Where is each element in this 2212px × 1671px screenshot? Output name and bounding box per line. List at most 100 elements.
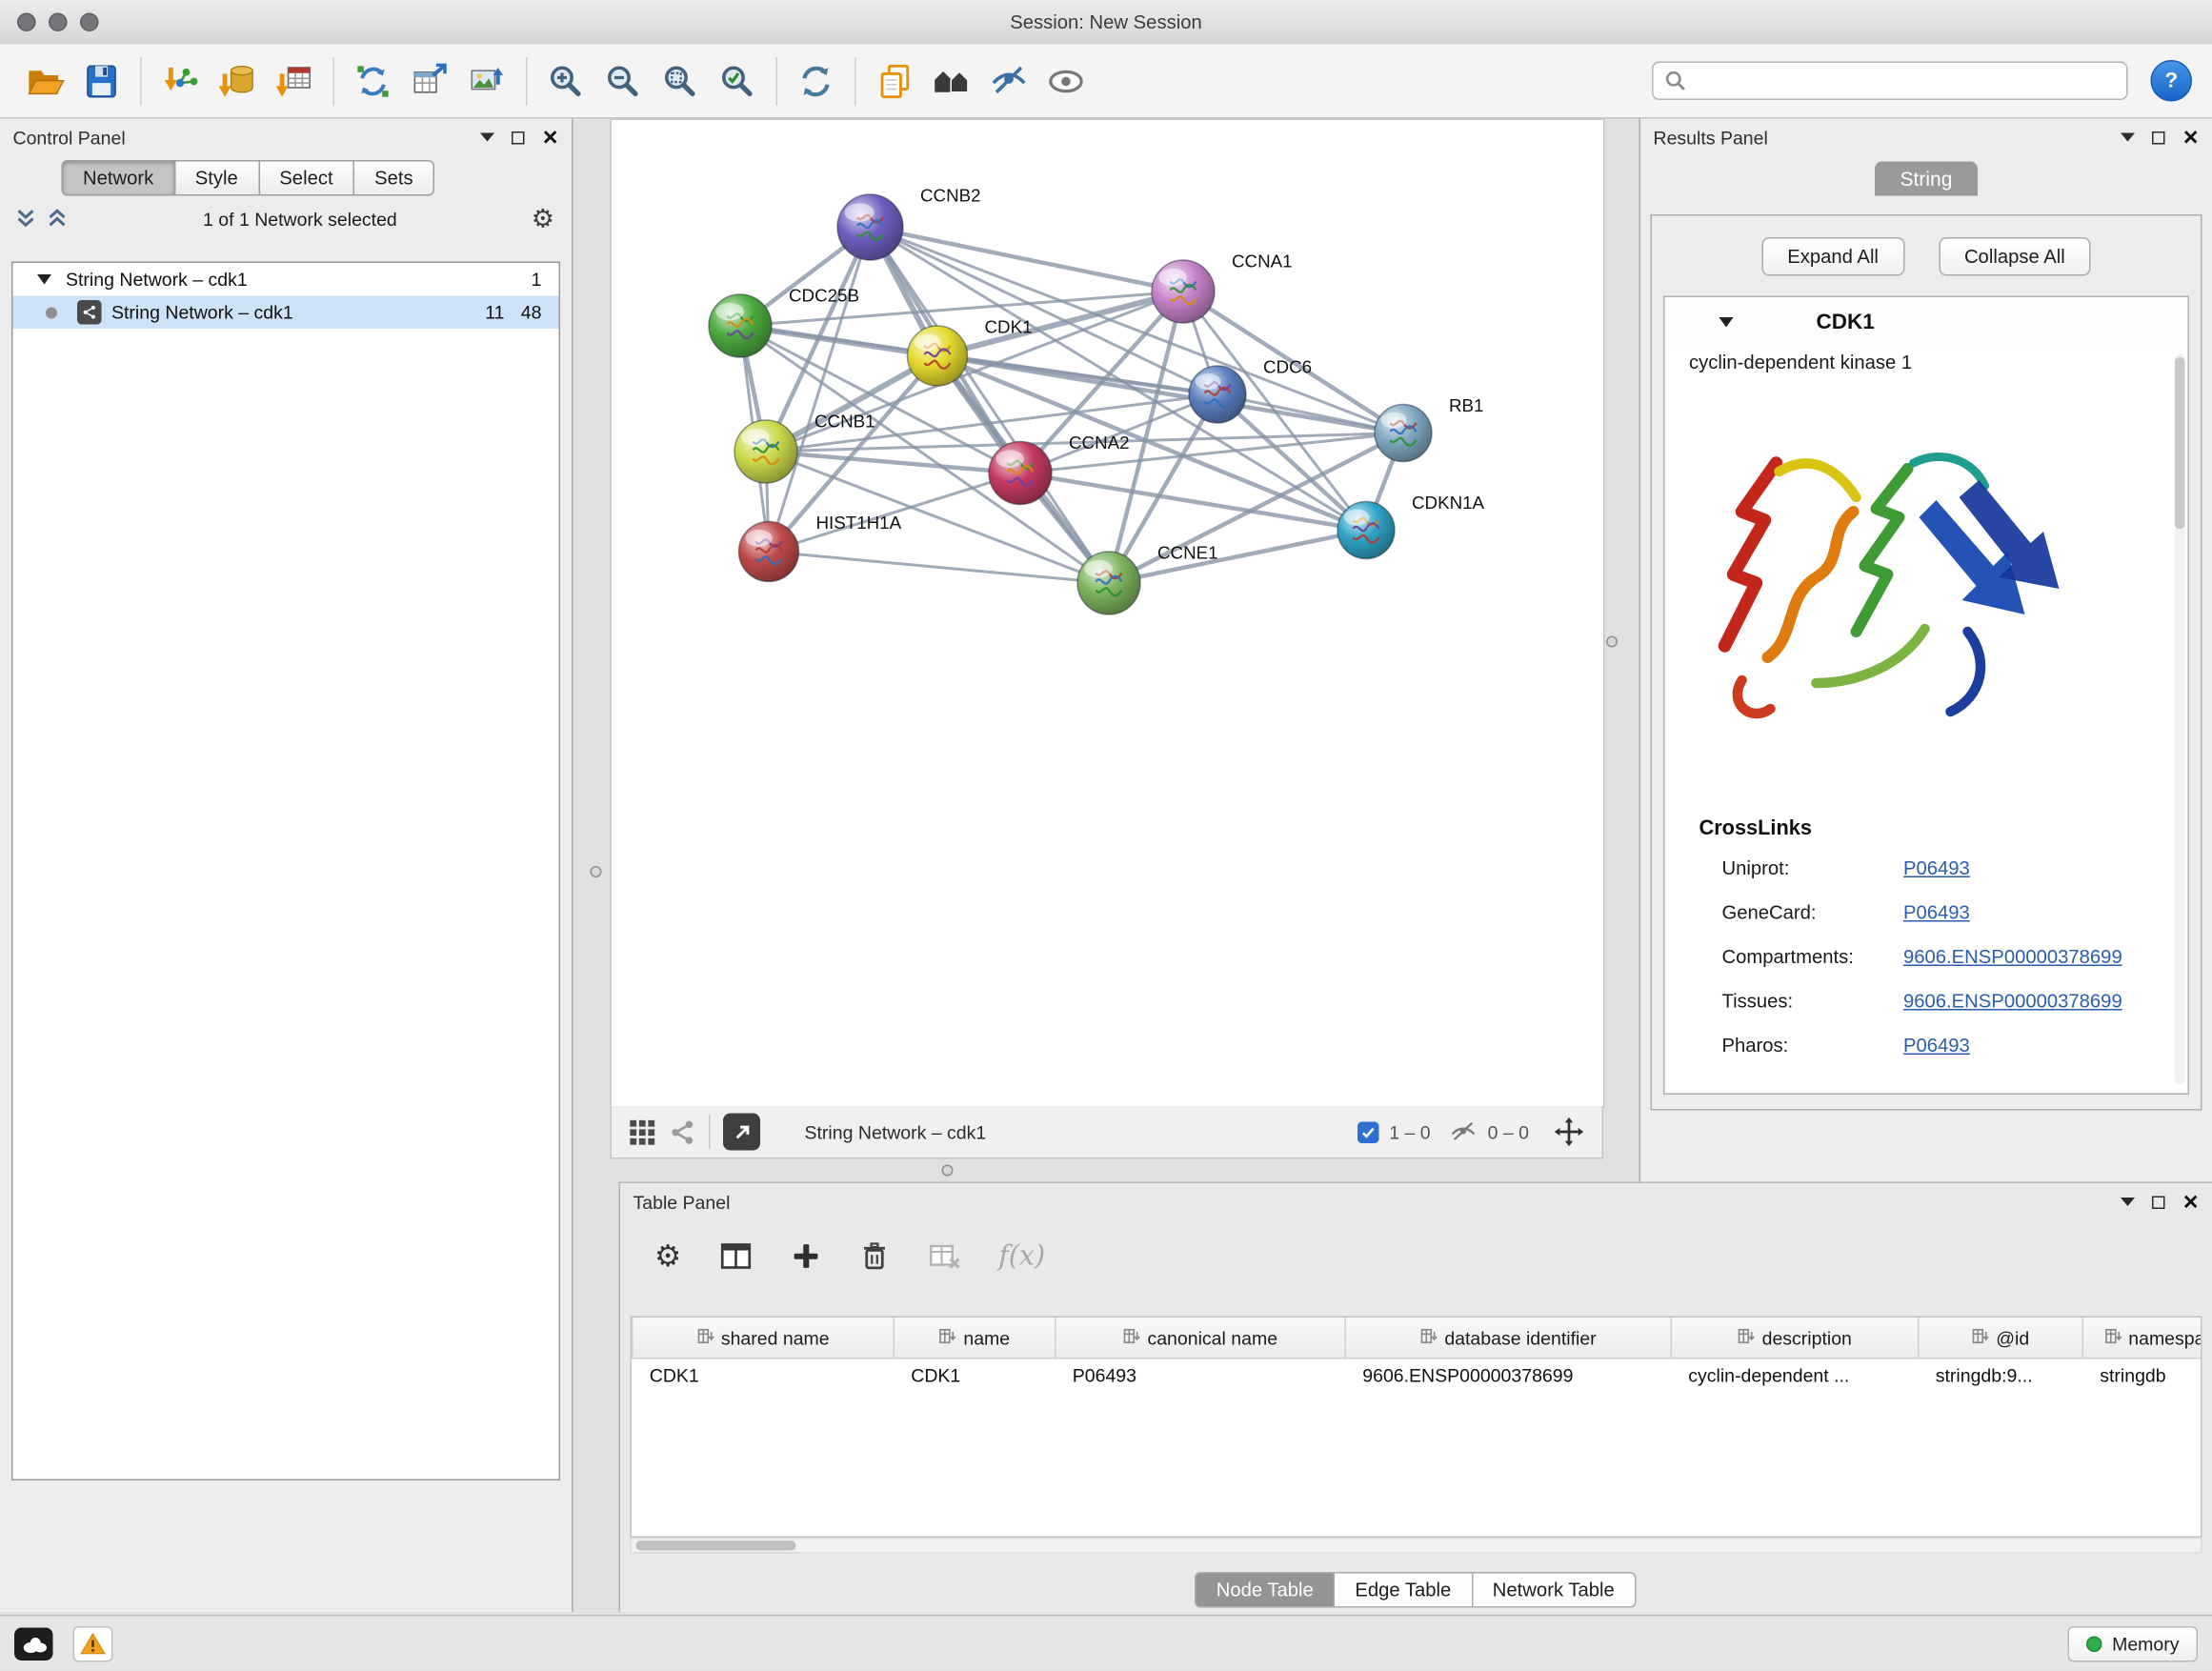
tab-sets[interactable]: Sets [353, 160, 435, 196]
copy-button[interactable] [868, 52, 922, 110]
warnings-button[interactable] [73, 1626, 113, 1662]
splitter-handle[interactable] [591, 866, 602, 877]
zoom-fit-button[interactable] [654, 52, 708, 110]
edge-CDKN1A-CCNE1[interactable] [1109, 531, 1366, 584]
table-panel-float-button[interactable] [2152, 1196, 2165, 1209]
delete-table-button[interactable] [927, 1239, 961, 1274]
table-cell[interactable]: CDK1 [633, 1359, 895, 1389]
control-panel-close-button[interactable]: ✕ [542, 128, 559, 148]
edge-HIST1H1A-CCNE1[interactable] [769, 552, 1109, 583]
search-input[interactable] [1695, 69, 2115, 93]
crosslink-value-link[interactable]: P06493 [1903, 857, 1970, 879]
export-image-button[interactable] [460, 52, 514, 110]
column-header-shared-name[interactable]: shared name [633, 1318, 895, 1359]
fit-content-button[interactable] [1554, 1117, 1585, 1148]
node-CCNA1[interactable]: CCNA1 [1152, 252, 1293, 324]
network-options-gear-button[interactable]: ⚙ [532, 206, 554, 232]
column-header-name[interactable]: name [894, 1318, 1056, 1359]
splitter-handle[interactable] [1606, 636, 1618, 648]
node-CCNE1[interactable]: CCNE1 [1077, 543, 1218, 615]
table-panel-close-button[interactable]: ✕ [2182, 1192, 2200, 1212]
home-button[interactable] [925, 52, 979, 110]
import-network-from-file-button[interactable] [153, 52, 208, 110]
table-cell[interactable]: P06493 [1056, 1359, 1346, 1389]
results-scrollbar-thumb[interactable] [2175, 357, 2185, 529]
show-graphics-details-button[interactable] [1039, 52, 1094, 110]
control-panel-menu-button[interactable] [480, 133, 494, 142]
hide-graphics-details-button[interactable] [982, 52, 1036, 110]
table-cell[interactable]: 9606.ENSP00000378699 [1345, 1359, 1671, 1389]
birdseye-view-button[interactable] [629, 1118, 656, 1146]
crosslink-value-link[interactable]: 9606.ENSP00000378699 [1903, 946, 2122, 968]
help-button[interactable]: ? [2151, 60, 2193, 102]
crosslink-value-link[interactable]: 9606.ENSP00000378699 [1903, 991, 2122, 1013]
tab-style[interactable]: Style [173, 160, 259, 196]
edge-CCNB1-CCNA2[interactable] [766, 452, 1020, 473]
zoom-in-button[interactable] [539, 52, 593, 110]
cloud-button[interactable] [14, 1627, 53, 1661]
memory-button[interactable]: Memory [2068, 1626, 2198, 1662]
crosslink-value-link[interactable]: P06493 [1903, 1035, 1970, 1057]
table-cell[interactable]: stringdb [2082, 1359, 2202, 1389]
table-cell[interactable]: cyclin-dependent ... [1671, 1359, 1919, 1389]
splitter-handle[interactable] [942, 1165, 954, 1177]
detach-view-button[interactable] [723, 1114, 760, 1151]
expand-all-button[interactable]: Expand All [1761, 237, 1904, 276]
collection-expand-icon[interactable] [37, 274, 51, 285]
edge-CCNB2-HIST1H1A[interactable] [769, 228, 871, 553]
tab-edge-table[interactable]: Edge Table [1334, 1572, 1473, 1608]
tab-node-table[interactable]: Node Table [1195, 1572, 1335, 1608]
zoom-out-button[interactable] [596, 52, 651, 110]
column-header-namespac[interactable]: namespac [2082, 1318, 2202, 1359]
node-CCNB2[interactable]: CCNB2 [837, 186, 981, 261]
table-options-gear-button[interactable]: ⚙ [654, 1241, 681, 1272]
collapse-all-button[interactable]: Collapse All [1939, 237, 2091, 276]
collapse-all-networks-button[interactable] [14, 208, 37, 231]
results-panel-close-button[interactable]: ✕ [2182, 128, 2200, 148]
edge-CCNB2-CCNA1[interactable] [871, 228, 1184, 292]
tab-select[interactable]: Select [258, 160, 354, 196]
table-cell[interactable]: stringdb:9... [1919, 1359, 2083, 1389]
table-panel-menu-button[interactable] [2121, 1198, 2135, 1206]
column-header-description[interactable]: description [1671, 1318, 1919, 1359]
delete-column-button[interactable] [858, 1240, 890, 1272]
zoom-selected-button[interactable] [711, 52, 765, 110]
collapse-section-icon[interactable] [1719, 316, 1734, 327]
function-builder-button[interactable]: f(x) [998, 1240, 1045, 1272]
import-table-from-file-button[interactable] [268, 52, 322, 110]
table-horizontal-scrollbar[interactable] [631, 1538, 2202, 1554]
table-row[interactable]: CDK1CDK1P064939606.ENSP00000378699cyclin… [633, 1359, 2202, 1389]
open-session-button[interactable] [17, 52, 71, 110]
create-column-button[interactable] [790, 1240, 821, 1272]
expand-all-networks-button[interactable] [46, 208, 69, 231]
control-panel-float-button[interactable] [512, 131, 525, 144]
crosslink-value-link[interactable]: P06493 [1903, 902, 1970, 924]
share-network-button[interactable] [669, 1118, 696, 1146]
network-tools-button[interactable] [346, 52, 400, 110]
results-panel-float-button[interactable] [2152, 131, 2165, 144]
apply-layout-button[interactable] [789, 52, 843, 110]
network-collection-row[interactable]: String Network – cdk1 1 [13, 263, 559, 296]
table-cell[interactable]: CDK1 [894, 1359, 1056, 1389]
tab-network[interactable]: Network [62, 160, 175, 196]
network-canvas[interactable]: CCNB2CCNA1CDC25BCDK1CDC6RB1CCNB1CCNA2CDK… [611, 119, 1605, 1108]
network-row-selected[interactable]: String Network – cdk1 11 48 [13, 296, 559, 330]
column-header-database-identifier[interactable]: database identifier [1345, 1318, 1671, 1359]
table-scrollbar-thumb[interactable] [636, 1540, 796, 1551]
save-session-button[interactable] [74, 52, 129, 110]
results-scrollbar[interactable] [2175, 354, 2185, 1085]
node-HIST1H1A[interactable]: HIST1H1A [739, 513, 902, 582]
protein-section-header[interactable]: CDK1 [1665, 297, 2188, 346]
tab-network-table[interactable]: Network Table [1471, 1572, 1636, 1608]
edge-CCNB2-CCNE1[interactable] [871, 228, 1110, 584]
node-RB1[interactable]: RB1 [1375, 395, 1483, 461]
results-panel-menu-button[interactable] [2121, 133, 2135, 142]
show-columns-button[interactable] [718, 1239, 753, 1274]
clone-network-button[interactable] [403, 52, 457, 110]
import-network-from-database-button[interactable] [211, 52, 265, 110]
node-CDKN1A[interactable]: CDKN1A [1337, 493, 1485, 559]
column-header-canonical-name[interactable]: canonical name [1056, 1318, 1346, 1359]
string-tab[interactable]: String [1875, 162, 1979, 196]
selected-checkbox[interactable] [1357, 1121, 1379, 1143]
column-header--id[interactable]: @id [1919, 1318, 2083, 1359]
